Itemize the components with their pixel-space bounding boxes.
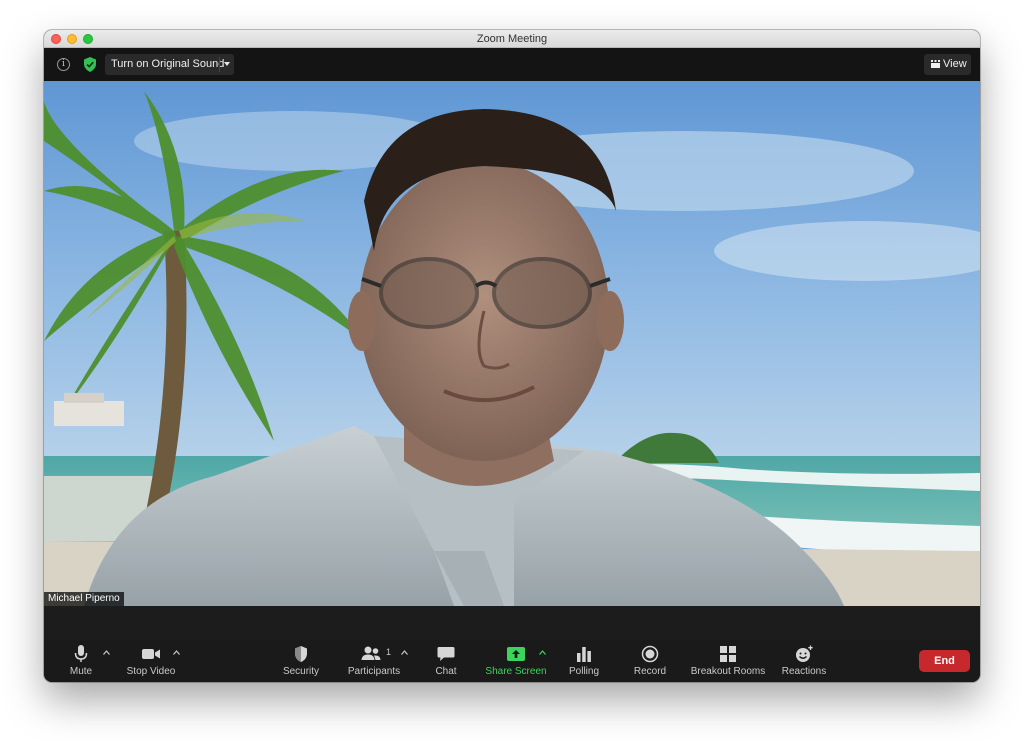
share-screen-label: Share Screen	[485, 666, 547, 677]
share-screen-icon	[507, 647, 525, 661]
breakout-rooms-label: Breakout Rooms	[690, 666, 766, 677]
reactions-label: Reactions	[781, 666, 827, 677]
window-title: Zoom Meeting	[476, 33, 548, 45]
stop-video-label: Stop Video	[126, 666, 176, 677]
people-icon	[361, 646, 381, 660]
reactions-button[interactable]: Reactions	[778, 640, 830, 682]
chevron-up-icon[interactable]	[103, 650, 110, 655]
original-sound-label: Turn on Original Sound	[111, 58, 225, 70]
emoji-icon	[796, 645, 813, 662]
participant-video: Michael Piperno	[44, 81, 980, 606]
grid-icon	[720, 646, 736, 662]
microphone-icon	[74, 645, 88, 662]
chat-bubble-icon	[437, 647, 455, 661]
grid-view-icon	[931, 60, 940, 68]
record-icon	[641, 645, 659, 663]
chevron-up-icon[interactable]	[173, 650, 180, 655]
share-screen-button[interactable]: Share Screen	[484, 640, 548, 682]
zoom-window: Zoom Meeting i Turn on Original Sound Vi…	[44, 30, 980, 682]
view-label: View	[943, 58, 967, 70]
bar-chart-icon	[577, 647, 591, 662]
record-button[interactable]: Record	[631, 640, 669, 682]
video-bottom-band	[44, 606, 980, 640]
participants-label: Participants	[347, 666, 401, 677]
participant-count-badge: 1	[386, 647, 392, 657]
caret-down-icon[interactable]	[224, 62, 230, 66]
polling-label: Polling	[568, 666, 600, 677]
title-bar: Zoom Meeting	[44, 30, 980, 48]
security-label: Security	[282, 666, 320, 677]
view-button[interactable]: View	[924, 54, 971, 75]
divider	[219, 57, 220, 72]
breakout-rooms-button[interactable]: Breakout Rooms	[688, 640, 768, 682]
participants-button[interactable]: 1 Participants	[346, 640, 402, 682]
end-meeting-button[interactable]: End	[919, 650, 970, 672]
polling-button[interactable]: Polling	[566, 640, 602, 682]
meeting-top-bar: i Turn on Original Sound View	[44, 48, 980, 81]
info-icon[interactable]: i	[57, 58, 70, 71]
video-frame-image	[44, 81, 980, 606]
record-label: Record	[633, 666, 667, 677]
chat-button[interactable]: Chat	[430, 640, 462, 682]
chat-label: Chat	[435, 666, 457, 677]
mute-button[interactable]: Mute	[64, 640, 98, 682]
chevron-up-icon[interactable]	[539, 650, 546, 655]
video-camera-icon	[142, 649, 160, 659]
mute-label: Mute	[69, 666, 93, 677]
participant-name-tag: Michael Piperno	[44, 592, 124, 606]
chevron-up-icon[interactable]	[401, 650, 408, 655]
meeting-toolbar: Mute Stop Video Security 1 Participants …	[44, 640, 980, 682]
security-button[interactable]: Security	[280, 640, 322, 682]
encryption-shield-icon[interactable]	[83, 57, 97, 72]
original-sound-button[interactable]: Turn on Original Sound	[105, 54, 234, 75]
shield-icon	[295, 646, 307, 662]
stop-video-button[interactable]: Stop Video	[122, 640, 180, 682]
